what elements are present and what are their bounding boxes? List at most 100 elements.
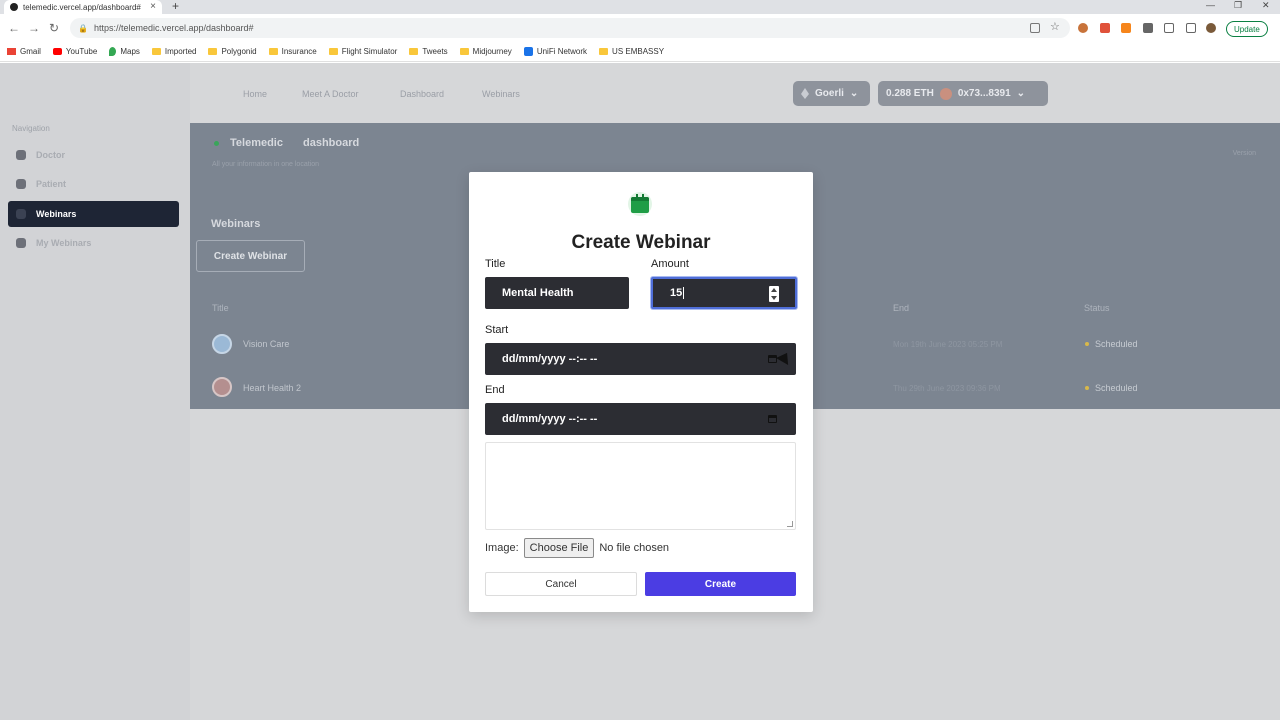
create-button[interactable]: Create — [645, 572, 796, 596]
bookmark-imported[interactable]: Imported — [151, 47, 196, 56]
restore-icon[interactable]: ❐ — [1234, 0, 1242, 11]
status-dot-icon — [1085, 386, 1089, 390]
calendar-picker-icon[interactable] — [768, 415, 777, 423]
nav-dashboard[interactable]: Dashboard — [400, 89, 444, 99]
bookmark-us-embassy[interactable]: US EMBASSY — [599, 47, 664, 56]
bookmark-midjourney[interactable]: Midjourney — [459, 47, 512, 56]
bookmark-unifi[interactable]: UniFi Network — [523, 47, 587, 56]
webinar-end: Mon 19th June 2023 05:25 PM — [893, 340, 1003, 349]
image-label: Image: — [485, 542, 519, 554]
extension-icon[interactable] — [1100, 23, 1110, 33]
sidepanel-icon[interactable] — [1186, 23, 1196, 33]
column-header-end: End — [893, 303, 910, 313]
amount-input[interactable]: 15 — [651, 277, 797, 309]
back-icon[interactable]: ← — [8, 21, 20, 35]
gmail-icon — [7, 48, 16, 55]
network-selector[interactable]: Goerli ⌄ — [793, 81, 870, 106]
maps-icon — [109, 47, 117, 56]
url-text: https://telemedic.vercel.app/dashboard# — [93, 23, 254, 33]
chevron-down-icon: ⌄ — [1016, 88, 1026, 99]
start-datetime-input[interactable]: dd/mm/yyyy --:-- -- — [485, 343, 796, 375]
folder-icon — [328, 48, 338, 55]
status-badge: Scheduled — [1085, 339, 1138, 349]
share-icon[interactable] — [1030, 23, 1040, 33]
sidebar-heading: Navigation — [12, 124, 50, 133]
folder-icon — [409, 48, 419, 55]
patient-icon — [16, 179, 26, 189]
tab-title: telemedic.vercel.app/dashboard# — [23, 2, 141, 12]
number-stepper-icon[interactable] — [769, 286, 779, 302]
folder-icon — [599, 48, 609, 55]
lock-icon: 🔒 — [78, 23, 88, 33]
sidebar-item-doctor[interactable]: Doctor — [8, 142, 179, 168]
doctor-icon — [16, 150, 26, 160]
folder-icon — [459, 48, 469, 55]
title-input[interactable]: Mental Health — [485, 277, 629, 309]
account-address: 0x73...8391 — [957, 88, 1011, 99]
create-webinar-button[interactable]: Create Webinar — [196, 240, 305, 272]
youtube-icon — [52, 48, 62, 55]
chevron-down-icon: ⌄ — [849, 88, 859, 99]
my-webinars-icon — [16, 238, 26, 248]
browser-toolbar: ← → ↻ 🔒 https://telemedic.vercel.app/das… — [0, 14, 1280, 42]
amount-label: Amount — [651, 258, 689, 270]
close-window-icon[interactable]: ✕ — [1262, 0, 1270, 11]
close-tab-icon[interactable]: × — [150, 1, 156, 12]
bookmark-flight-simulator[interactable]: Flight Simulator — [328, 47, 397, 56]
ethereum-icon — [801, 88, 809, 99]
version-tag: Version — [1232, 150, 1256, 157]
choose-file-button[interactable]: Choose File — [523, 538, 595, 558]
bookmark-gmail[interactable]: Gmail — [7, 47, 41, 56]
star-icon[interactable]: ☆ — [1050, 20, 1060, 33]
description-textarea[interactable] — [485, 442, 796, 530]
section-title: Webinars — [211, 218, 261, 230]
webinar-thumbnail — [212, 334, 232, 354]
bookmark-tweets[interactable]: Tweets — [409, 47, 448, 56]
address-bar[interactable]: 🔒 https://telemedic.vercel.app/dashboard… — [70, 18, 1070, 38]
browser-tab[interactable]: telemedic.vercel.app/dashboard# × — [4, 0, 162, 14]
webinars-icon — [16, 209, 26, 219]
start-label: Start — [485, 324, 509, 336]
account-avatar — [939, 87, 952, 100]
modal-title: Create Webinar — [571, 232, 711, 253]
bookmarks-bar: Gmail YouTube Maps Imported Polygonid In… — [0, 42, 1280, 62]
balance: 0.288 ETH — [886, 88, 934, 99]
bookmark-youtube[interactable]: YouTube — [52, 47, 97, 56]
nav-webinars[interactable]: Webinars — [482, 89, 520, 99]
cancel-button[interactable]: Cancel — [485, 572, 637, 596]
site-favicon-icon — [10, 3, 18, 11]
new-tab-icon[interactable]: + — [172, 0, 179, 13]
download-icon[interactable] — [1164, 23, 1174, 33]
forward-icon[interactable]: → — [28, 21, 40, 35]
update-button[interactable]: Update — [1226, 21, 1268, 37]
end-datetime-input[interactable]: dd/mm/yyyy --:-- -- — [485, 403, 796, 435]
profile-avatar[interactable] — [1206, 23, 1216, 33]
sidebar-item-patient[interactable]: Patient — [8, 171, 179, 197]
sidebar-item-webinars[interactable]: Webinars — [8, 201, 179, 227]
nav-meet-a-doctor[interactable]: Meet A Doctor — [302, 89, 359, 99]
bookmark-insurance[interactable]: Insurance — [268, 47, 317, 56]
webinar-thumbnail — [212, 377, 232, 397]
folder-icon — [208, 48, 218, 55]
nav-home[interactable]: Home — [243, 89, 267, 99]
metamask-icon[interactable] — [1121, 23, 1131, 33]
webinar-title: Vision Care — [243, 339, 290, 349]
bookmark-polygonid[interactable]: Polygonid — [208, 47, 257, 56]
extension-icon[interactable] — [1078, 23, 1088, 33]
reload-icon[interactable]: ↻ — [49, 21, 59, 35]
puzzle-icon[interactable] — [1143, 23, 1153, 33]
page-name: dashboard — [303, 137, 360, 149]
column-header-status: Status — [1084, 303, 1110, 313]
brand-name: Telemedic — [230, 137, 283, 149]
folder-icon — [151, 48, 161, 55]
sidebar-item-my-webinars[interactable]: My Webinars — [8, 230, 179, 256]
top-navigation: Home Meet A Doctor Dashboard Webinars Go… — [190, 63, 1280, 123]
page-subtitle: All your information in one location — [212, 161, 320, 168]
sidebar: Navigation Doctor Patient Webinars My We… — [0, 63, 190, 720]
minimize-icon[interactable]: — — [1206, 0, 1215, 10]
file-status: No file chosen — [599, 542, 670, 554]
bookmark-maps[interactable]: Maps — [109, 47, 140, 56]
account-button[interactable]: 0.288 ETH 0x73...8391 ⌄ — [878, 81, 1048, 106]
resize-handle-icon[interactable] — [787, 521, 793, 527]
status-dot-icon — [1085, 342, 1089, 346]
